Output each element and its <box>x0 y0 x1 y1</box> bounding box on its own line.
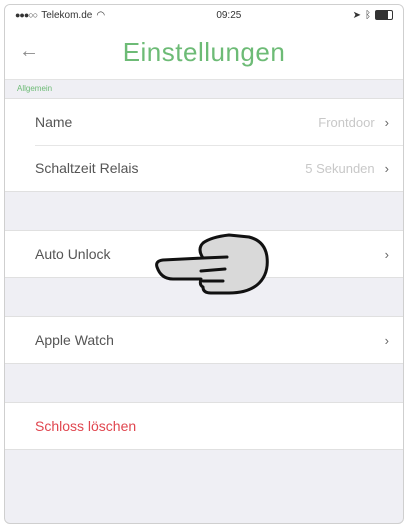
setting-label-apple-watch: Apple Watch <box>35 332 114 348</box>
delete-lock-button[interactable]: Schloss löschen <box>5 403 403 449</box>
setting-row-apple-watch[interactable]: Apple Watch › <box>5 317 403 363</box>
pointing-hand-icon <box>155 233 269 295</box>
carrier-label: Telekom.de <box>41 9 93 21</box>
wifi-icon: ◠ <box>96 9 106 21</box>
chevron-right-icon: › <box>384 160 389 176</box>
battery-icon <box>374 10 393 20</box>
setting-value-name: Frontdoor <box>318 114 375 130</box>
back-arrow-icon[interactable]: ← <box>19 40 39 63</box>
location-icon: ➤ <box>352 9 361 21</box>
page-title: Einstellungen <box>122 36 286 67</box>
time-label: 09:25 <box>216 9 242 21</box>
chevron-right-icon: › <box>384 114 389 130</box>
chevron-right-icon: › <box>384 246 389 262</box>
general-settings-group: Name Frontdoor › Schaltzeit Relais 5 Sek… <box>5 98 403 192</box>
bluetooth-icon: ᛒ <box>364 9 371 21</box>
setting-label-name: Name <box>35 114 73 130</box>
carrier-group: ●●●○○ Telekom.de ◠ <box>15 10 105 21</box>
signal-icon: ●●●○○ <box>15 10 38 20</box>
nav-bar: ← Einstellungen <box>5 25 403 80</box>
setting-value-relay-time: 5 Sekunden <box>305 160 375 176</box>
chevron-right-icon: › <box>384 332 389 348</box>
delete-group: Schloss löschen <box>5 402 403 450</box>
delete-lock-label: Schloss löschen <box>35 418 137 434</box>
phone-screen: ●●●○○ Telekom.de ◠ 09:25 ➤ ᛒ ← Einstellu… <box>4 4 404 524</box>
status-icons: ➤ ᛒ <box>353 10 393 21</box>
apple-watch-group: Apple Watch › <box>5 316 403 364</box>
section-header-general: Allgemein <box>5 80 403 98</box>
setting-label-relay-time: Schaltzeit Relais <box>35 160 139 176</box>
setting-row-relay-time[interactable]: Schaltzeit Relais 5 Sekunden › <box>5 145 403 191</box>
setting-row-name[interactable]: Name Frontdoor › <box>5 99 403 145</box>
status-bar: ●●●○○ Telekom.de ◠ 09:25 ➤ ᛒ <box>5 5 403 25</box>
